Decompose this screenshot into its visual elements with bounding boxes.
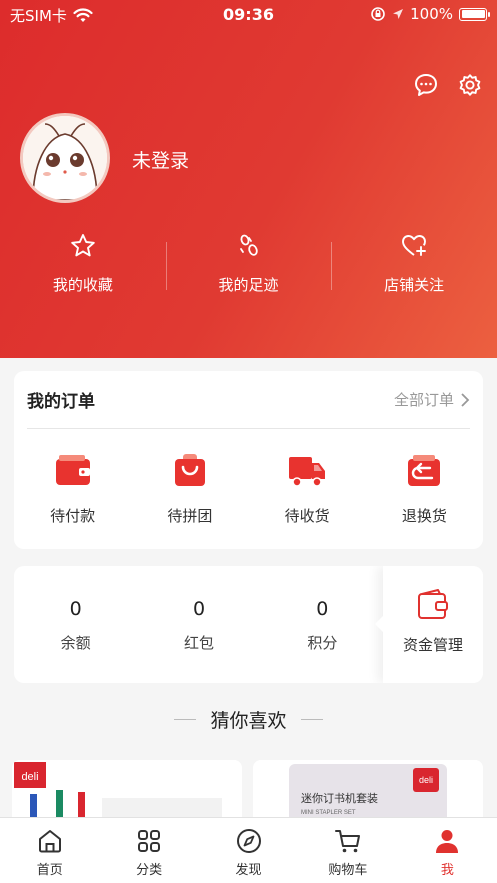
fund-wallet-icon xyxy=(418,589,448,619)
divider-right xyxy=(300,719,323,720)
footprint-label: 我的足迹 xyxy=(218,276,279,294)
cart-icon xyxy=(334,830,360,853)
fund-management-label: 资金管理 xyxy=(402,636,463,654)
recommend-title: 猜你喜欢 xyxy=(210,710,287,732)
compass-icon xyxy=(236,829,261,853)
tab-category-label: 分类 xyxy=(136,863,163,878)
divider-left xyxy=(174,719,197,720)
tab-home-label: 首页 xyxy=(36,863,63,878)
truck-icon xyxy=(289,457,326,487)
login-status-text[interactable]: 未登录 xyxy=(132,146,189,173)
heart-plus-icon xyxy=(402,235,427,256)
grid-icon xyxy=(138,830,161,852)
points-value: 0 xyxy=(316,598,329,620)
all-orders-label: 全部订单 xyxy=(393,391,454,409)
message-icon[interactable] xyxy=(413,72,439,98)
points-label: 积分 xyxy=(307,634,338,652)
pending-receipt-label: 待收货 xyxy=(284,507,330,525)
footprint-link[interactable]: 我的足迹 xyxy=(165,232,332,302)
star-icon xyxy=(71,234,95,257)
balance-item[interactable]: 0 余额 xyxy=(14,566,137,683)
points-item[interactable]: 0 积分 xyxy=(261,566,384,683)
product-title: 迷你订书机套装 xyxy=(301,791,378,805)
assets-card: 0 余额 0 红包 0 积分 资金管理 xyxy=(14,566,483,683)
tab-bar: 首页 分类 发现 购物车 我 xyxy=(0,817,497,883)
red-packet-value: 0 xyxy=(192,598,206,620)
balance-value: 0 xyxy=(69,598,82,620)
user-icon xyxy=(436,830,459,853)
red-packet-item[interactable]: 0 红包 xyxy=(137,566,260,683)
tab-cart[interactable]: 购物车 xyxy=(298,818,397,883)
tab-category[interactable]: 分类 xyxy=(99,818,198,883)
order-returns[interactable]: 退换货 xyxy=(366,451,483,526)
red-packet-label: 红包 xyxy=(183,634,214,652)
order-pending-group[interactable]: 待拼团 xyxy=(131,451,248,526)
recommend-header: 猜你喜欢 xyxy=(0,706,497,733)
fund-management-button[interactable]: 资金管理 xyxy=(375,566,483,683)
tab-discover[interactable]: 发现 xyxy=(199,818,298,883)
shop-follow-link[interactable]: 店铺关注 xyxy=(331,232,497,302)
battery-icon xyxy=(459,7,490,21)
favorites-label: 我的收藏 xyxy=(52,276,113,294)
product-subtitle: MINI STAPLER SET xyxy=(301,810,356,816)
pending-group-label: 待拼团 xyxy=(167,507,213,525)
product-brand-logo: deli xyxy=(419,775,433,785)
product-brand-logo: deli xyxy=(21,771,38,783)
tab-me[interactable]: 我 xyxy=(398,818,497,883)
tab-cart-label: 购物车 xyxy=(328,863,368,878)
favorites-link[interactable]: 我的收藏 xyxy=(0,232,166,302)
rotation-lock-icon xyxy=(371,7,385,21)
quick-links: 我的收藏 我的足迹 店铺关注 xyxy=(0,232,497,302)
status-bar: 无SIM卡 09:36 100% xyxy=(0,0,497,30)
orders-card: 我的订单 全部订单 待付款 待拼团 待收货 退换货 xyxy=(14,371,483,549)
order-pending-receipt[interactable]: 待收货 xyxy=(249,451,366,526)
orders-title: 我的订单 xyxy=(27,392,95,412)
balance-label: 余额 xyxy=(60,634,91,652)
chevron-right-icon xyxy=(461,392,470,407)
shop-follow-label: 店铺关注 xyxy=(384,276,445,294)
battery-percent: 100% xyxy=(410,5,453,23)
avatar-illustration xyxy=(23,116,107,200)
return-icon xyxy=(408,455,441,486)
tab-home[interactable]: 首页 xyxy=(0,818,99,883)
returns-label: 退换货 xyxy=(401,507,447,525)
home-icon xyxy=(38,830,61,853)
footprint-icon xyxy=(239,234,258,256)
settings-gear-icon[interactable] xyxy=(457,72,483,98)
shopping-bag-icon xyxy=(174,454,205,486)
wallet-icon xyxy=(55,455,90,485)
location-icon xyxy=(393,9,404,19)
pending-payment-label: 待付款 xyxy=(50,507,96,525)
avatar[interactable] xyxy=(20,113,110,203)
all-orders-link[interactable]: 全部订单 xyxy=(394,389,470,410)
tab-me-label: 我 xyxy=(440,863,454,878)
tab-discover-label: 发现 xyxy=(235,863,262,878)
order-pending-payment[interactable]: 待付款 xyxy=(14,451,131,526)
